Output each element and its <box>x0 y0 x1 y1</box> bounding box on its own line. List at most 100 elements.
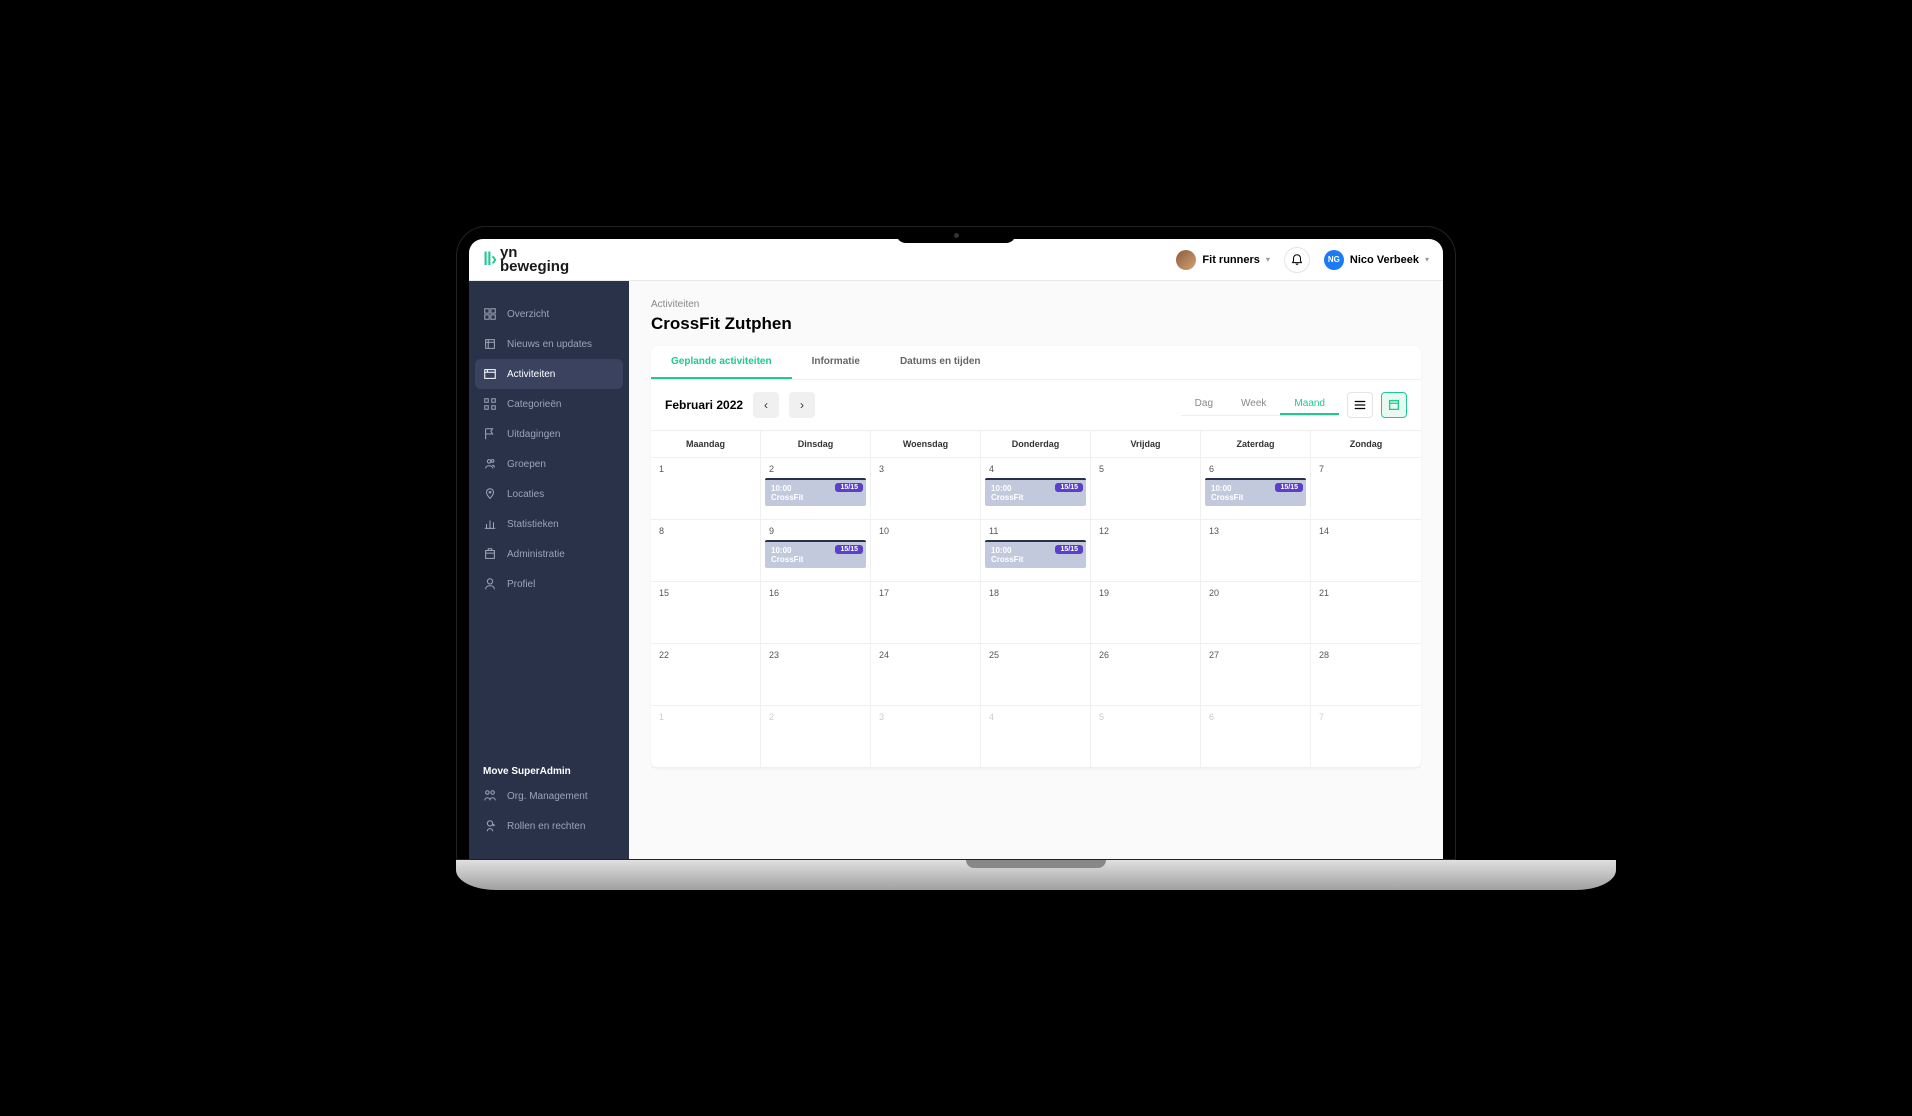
calendar-day-cell[interactable]: 1 <box>651 706 761 768</box>
sidebar-item-label: Statistieken <box>507 519 559 530</box>
sidebar-item-label: Administratie <box>507 549 565 560</box>
chevron-down-icon: ▾ <box>1266 255 1270 264</box>
calendar-view-tabs: DagWeekMaand <box>1181 394 1339 416</box>
view-tab-dag[interactable]: Dag <box>1181 394 1227 415</box>
page-title: CrossFit Zutphen <box>651 314 1421 334</box>
sidebar-item-label: Org. Management <box>507 791 588 802</box>
calendar-day-cell[interactable]: 15 <box>651 582 761 644</box>
tab-informatie[interactable]: Informatie <box>792 346 880 379</box>
calendar-day-cell[interactable]: 16 <box>761 582 871 644</box>
day-number: 3 <box>875 710 976 724</box>
calendar-day-cell[interactable]: 3 <box>871 458 981 520</box>
day-number: 12 <box>1095 524 1196 538</box>
calendar-day-cell[interactable]: 8 <box>651 520 761 582</box>
day-number: 15 <box>655 586 756 600</box>
sidebar-item-uitdagingen[interactable]: Uitdagingen <box>469 419 629 449</box>
grid-icon <box>483 397 497 411</box>
org-selector[interactable]: Fit runners ▾ <box>1176 250 1269 270</box>
calendar-day-cell[interactable]: 4 <box>981 706 1091 768</box>
calendar-day-cell[interactable]: 13 <box>1201 520 1311 582</box>
calendar-day-cell[interactable]: 2 <box>761 706 871 768</box>
sidebar-item-nieuws-en-updates[interactable]: Nieuws en updates <box>469 329 629 359</box>
day-number: 14 <box>1315 524 1417 538</box>
calendar-day-cell[interactable]: 19 <box>1091 582 1201 644</box>
day-number: 11 <box>985 524 1086 538</box>
calendar-day-cell[interactable]: 20 <box>1201 582 1311 644</box>
list-icon <box>1353 398 1367 412</box>
event-capacity-badge: 15/15 <box>1055 483 1083 492</box>
calendar-day-cell[interactable]: 10 <box>871 520 981 582</box>
sidebar-item-groepen[interactable]: Groepen <box>469 449 629 479</box>
list-view-button[interactable] <box>1347 392 1373 418</box>
tab-datums-en-tijden[interactable]: Datums en tijden <box>880 346 1001 379</box>
logo[interactable]: ‖› yn beweging <box>483 246 569 273</box>
prev-month-button[interactable]: ‹ <box>753 392 779 418</box>
dashboard-icon <box>483 307 497 321</box>
calendar-day-cell[interactable]: 1 <box>651 458 761 520</box>
sidebar-item-categorie-n[interactable]: Categorieën <box>469 389 629 419</box>
calendar-day-cell[interactable]: 7 <box>1311 706 1421 768</box>
calendar-event[interactable]: 10:00CrossFit15/15 <box>765 478 866 506</box>
day-number: 7 <box>1315 710 1417 724</box>
calendar-event[interactable]: 10:00CrossFit15/15 <box>985 478 1086 506</box>
calendar-day-cell[interactable]: 23 <box>761 644 871 706</box>
calendar-day-cell[interactable]: 5 <box>1091 706 1201 768</box>
calendar-day-cell[interactable]: 14 <box>1311 520 1421 582</box>
calendar-day-cell[interactable]: 11 10:00CrossFit15/15 <box>981 520 1091 582</box>
calendar-day-cell[interactable]: 12 <box>1091 520 1201 582</box>
calendar-day-cell[interactable]: 21 <box>1311 582 1421 644</box>
pin-icon <box>483 487 497 501</box>
calendar-view-button[interactable] <box>1381 392 1407 418</box>
calendar-day-cell[interactable]: 3 <box>871 706 981 768</box>
weekday-header: Maandag <box>651 431 761 458</box>
calendar-day-cell[interactable]: 25 <box>981 644 1091 706</box>
calendar-day-cell[interactable]: 24 <box>871 644 981 706</box>
day-number: 21 <box>1315 586 1417 600</box>
calendar-event[interactable]: 10:00CrossFit15/15 <box>985 540 1086 568</box>
next-month-button[interactable]: › <box>789 392 815 418</box>
month-label: Februari 2022 <box>665 398 743 412</box>
calendar-day-cell[interactable]: 17 <box>871 582 981 644</box>
sidebar-item-overzicht[interactable]: Overzicht <box>469 299 629 329</box>
orgs-icon <box>483 789 497 803</box>
day-number: 10 <box>875 524 976 538</box>
calendar-day-cell[interactable]: 4 10:00CrossFit15/15 <box>981 458 1091 520</box>
view-tab-week[interactable]: Week <box>1227 394 1280 415</box>
calendar-day-cell[interactable]: 22 <box>651 644 761 706</box>
day-number: 2 <box>765 710 866 724</box>
sidebar-item-activiteiten[interactable]: Activiteiten <box>475 359 623 389</box>
calendar-event[interactable]: 10:00CrossFit15/15 <box>765 540 866 568</box>
calendar-day-cell[interactable]: 18 <box>981 582 1091 644</box>
weekday-header: Donderdag <box>981 431 1091 458</box>
day-number: 4 <box>985 462 1086 476</box>
calendar-day-cell[interactable]: 7 <box>1311 458 1421 520</box>
view-tab-maand[interactable]: Maand <box>1280 394 1339 415</box>
sidebar-item-label: Rollen en rechten <box>507 821 585 832</box>
calendar-day-cell[interactable]: 610:00CrossFit15/15 <box>1201 458 1311 520</box>
sidebar-item-rollen-en-rechten[interactable]: Rollen en rechten <box>469 811 629 841</box>
calendar-day-cell[interactable]: 910:00CrossFit15/15 <box>761 520 871 582</box>
calendar-day-cell[interactable]: 28 <box>1311 644 1421 706</box>
calendar-day-cell[interactable]: 5 <box>1091 458 1201 520</box>
calendar-day-cell[interactable]: 6 <box>1201 706 1311 768</box>
laptop-frame: ‖› yn beweging Fit runners ▾ NG Nico Ver… <box>456 226 1456 860</box>
sidebar-item-profiel[interactable]: Profiel <box>469 569 629 599</box>
calendar-day-cell[interactable]: 26 <box>1091 644 1201 706</box>
org-avatar <box>1176 250 1196 270</box>
calendar-day-cell[interactable]: 210:00CrossFit15/15 <box>761 458 871 520</box>
user-menu[interactable]: NG Nico Verbeek ▾ <box>1324 250 1429 270</box>
calendar-event[interactable]: 10:00CrossFit15/15 <box>1205 478 1306 506</box>
sidebar-item-org-management[interactable]: Org. Management <box>469 781 629 811</box>
sidebar-item-statistieken[interactable]: Statistieken <box>469 509 629 539</box>
sidebar-item-locaties[interactable]: Locaties <box>469 479 629 509</box>
weekday-header: Zondag <box>1311 431 1421 458</box>
org-name-label: Fit runners <box>1202 254 1259 266</box>
sidebar-item-label: Profiel <box>507 579 535 590</box>
day-number: 4 <box>985 710 1086 724</box>
calendar-day-cell[interactable]: 27 <box>1201 644 1311 706</box>
tab-geplande-activiteiten[interactable]: Geplande activiteiten <box>651 346 792 379</box>
notifications-button[interactable] <box>1284 247 1310 273</box>
sidebar-item-administratie[interactable]: Administratie <box>469 539 629 569</box>
sidebar-item-label: Categorieën <box>507 399 561 410</box>
sidebar-item-label: Locaties <box>507 489 544 500</box>
